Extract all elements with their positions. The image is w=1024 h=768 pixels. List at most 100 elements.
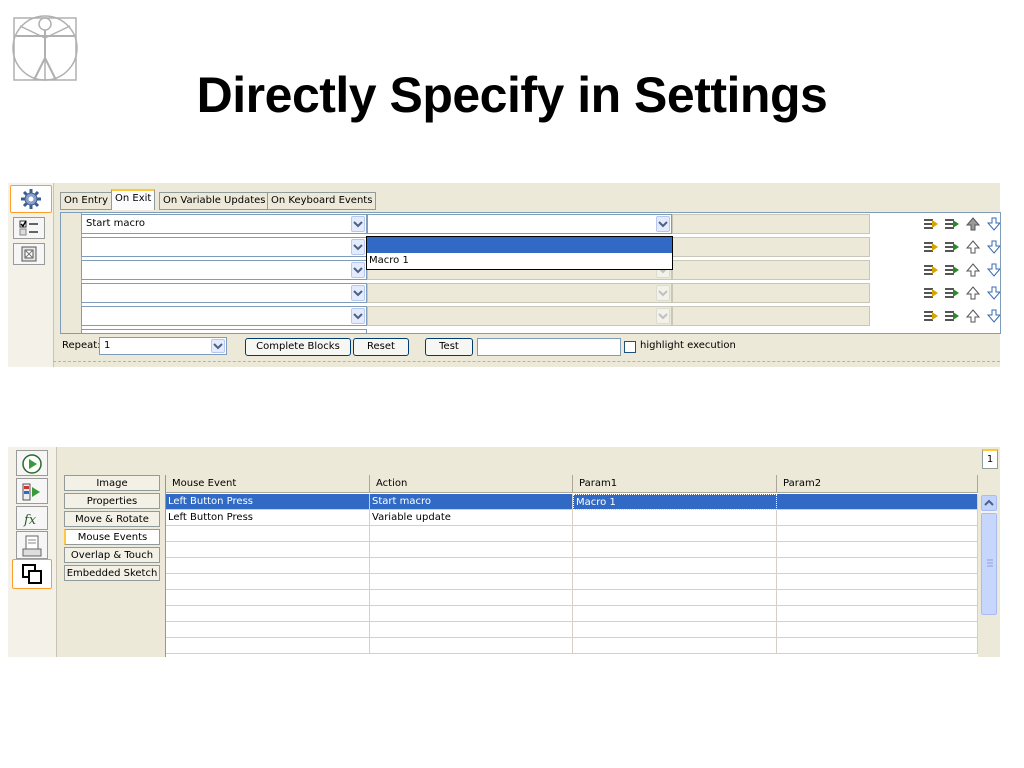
cell-param2[interactable] [777,494,978,510]
action-combo-2[interactable] [81,237,367,257]
function-tool-button[interactable]: fx [16,506,48,530]
insert-before-button[interactable] [923,216,939,235]
action-combo-5[interactable] [81,306,367,326]
test-button[interactable]: Test [425,338,473,356]
column-header-mouse-event[interactable]: Mouse Event [166,475,370,493]
table-cell-empty[interactable] [777,542,978,558]
cell-mouse-event[interactable]: Left Button Press [166,510,370,526]
cell-action[interactable]: Variable update [370,510,573,526]
table-cell-empty[interactable] [573,638,777,654]
param-combo-1[interactable] [367,214,672,234]
table-cell-empty[interactable] [777,606,978,622]
table-cell-empty[interactable] [777,622,978,638]
table-cell-empty[interactable] [777,590,978,606]
action-combo-4[interactable] [81,283,367,303]
frame-tool-button[interactable] [13,243,45,265]
tab-on-variable-updates[interactable]: On Variable Updates [159,192,270,210]
tab-on-entry[interactable]: On Entry [60,192,112,210]
dropdown-option-macro-1[interactable]: Macro 1 [369,255,409,266]
table-cell-empty[interactable] [370,542,573,558]
table-cell-empty[interactable] [370,526,573,542]
highlight-execution-checkbox[interactable] [624,341,636,353]
side-tab-overlap-touch[interactable]: Overlap & Touch [64,547,160,563]
table-row-empty[interactable] [166,638,978,654]
cell-action[interactable]: Start macro [370,494,573,510]
scroll-up-button[interactable] [981,495,997,511]
insert-after-button[interactable] [944,308,960,327]
table-row-empty[interactable] [166,622,978,638]
table-cell-empty[interactable] [166,638,370,654]
column-header-param2[interactable]: Param2 [777,475,978,493]
insert-after-button[interactable] [944,239,960,258]
table-cell-empty[interactable] [166,526,370,542]
move-down-button[interactable] [986,308,1000,327]
sequence-tool-button[interactable] [16,478,48,504]
table-row-empty[interactable] [166,574,978,590]
table-cell-empty[interactable] [573,558,777,574]
dropdown-option-empty[interactable] [367,237,672,253]
insert-before-button[interactable] [923,285,939,304]
table-cell-empty[interactable] [370,606,573,622]
reset-button[interactable]: Reset [353,338,409,356]
table-cell-empty[interactable] [573,606,777,622]
table-cell-empty[interactable] [573,526,777,542]
tab-on-exit[interactable]: On Exit [111,189,156,210]
table-row-empty[interactable] [166,606,978,622]
checklist-tool-button[interactable] [13,217,45,239]
corner-tab[interactable]: 1 [982,449,998,469]
move-up-button[interactable] [965,239,981,258]
action-combo-6[interactable] [81,329,367,333]
scroll-thumb[interactable] [981,513,997,615]
move-down-button[interactable] [986,285,1000,304]
combo-dropdown-button[interactable] [351,308,365,324]
combo-dropdown-button[interactable] [351,216,365,232]
cell-param1[interactable] [573,510,777,526]
table-cell-empty[interactable] [370,590,573,606]
insert-before-button[interactable] [923,262,939,281]
repeat-combo[interactable]: 1 [99,337,227,355]
table-cell-empty[interactable] [166,590,370,606]
complete-blocks-button[interactable]: Complete Blocks [245,338,351,356]
table-cell-empty[interactable] [166,622,370,638]
side-tab-move-rotate[interactable]: Move & Rotate [64,511,160,527]
insert-after-button[interactable] [944,262,960,281]
table-row[interactable]: Left Button Press Start macro Macro 1 [166,494,978,510]
move-up-button[interactable] [965,308,981,327]
layers-tool-button[interactable] [12,559,52,589]
table-cell-empty[interactable] [573,622,777,638]
side-tab-properties[interactable]: Properties [64,493,160,509]
timer-tool-button[interactable] [16,450,48,476]
table-cell-empty[interactable] [777,558,978,574]
insert-after-button[interactable] [944,285,960,304]
combo-dropdown-button[interactable] [351,239,365,255]
table-cell-empty[interactable] [166,606,370,622]
cell-param1[interactable]: Macro 1 [573,494,777,510]
table-cell-empty[interactable] [166,574,370,590]
table-row-empty[interactable] [166,558,978,574]
table-cell-empty[interactable] [573,574,777,590]
table-row-empty[interactable] [166,542,978,558]
move-down-button[interactable] [986,239,1000,258]
combo-dropdown-button[interactable] [351,262,365,278]
move-up-button[interactable] [965,216,981,235]
cell-mouse-event[interactable]: Left Button Press [166,494,370,510]
side-tab-mouse-events[interactable]: Mouse Events [64,529,160,545]
insert-before-button[interactable] [923,308,939,327]
table-row-empty[interactable] [166,526,978,542]
move-up-button[interactable] [965,262,981,281]
combo-dropdown-button[interactable] [351,285,365,301]
action-combo-1[interactable]: Start macro [81,214,367,234]
table-cell-empty[interactable] [777,574,978,590]
combo-dropdown-button[interactable] [211,339,225,353]
cell-param2[interactable] [777,510,978,526]
move-up-button[interactable] [965,285,981,304]
table-cell-empty[interactable] [166,558,370,574]
insert-after-button[interactable] [944,216,960,235]
side-tab-image[interactable]: Image [64,475,160,491]
events-table-scrollbar[interactable] [981,495,997,615]
table-cell-empty[interactable] [370,574,573,590]
tab-on-keyboard-events[interactable]: On Keyboard Events [267,192,377,210]
column-header-action[interactable]: Action [370,475,573,493]
settings-tool-button[interactable] [10,185,52,213]
test-input[interactable] [477,338,621,356]
